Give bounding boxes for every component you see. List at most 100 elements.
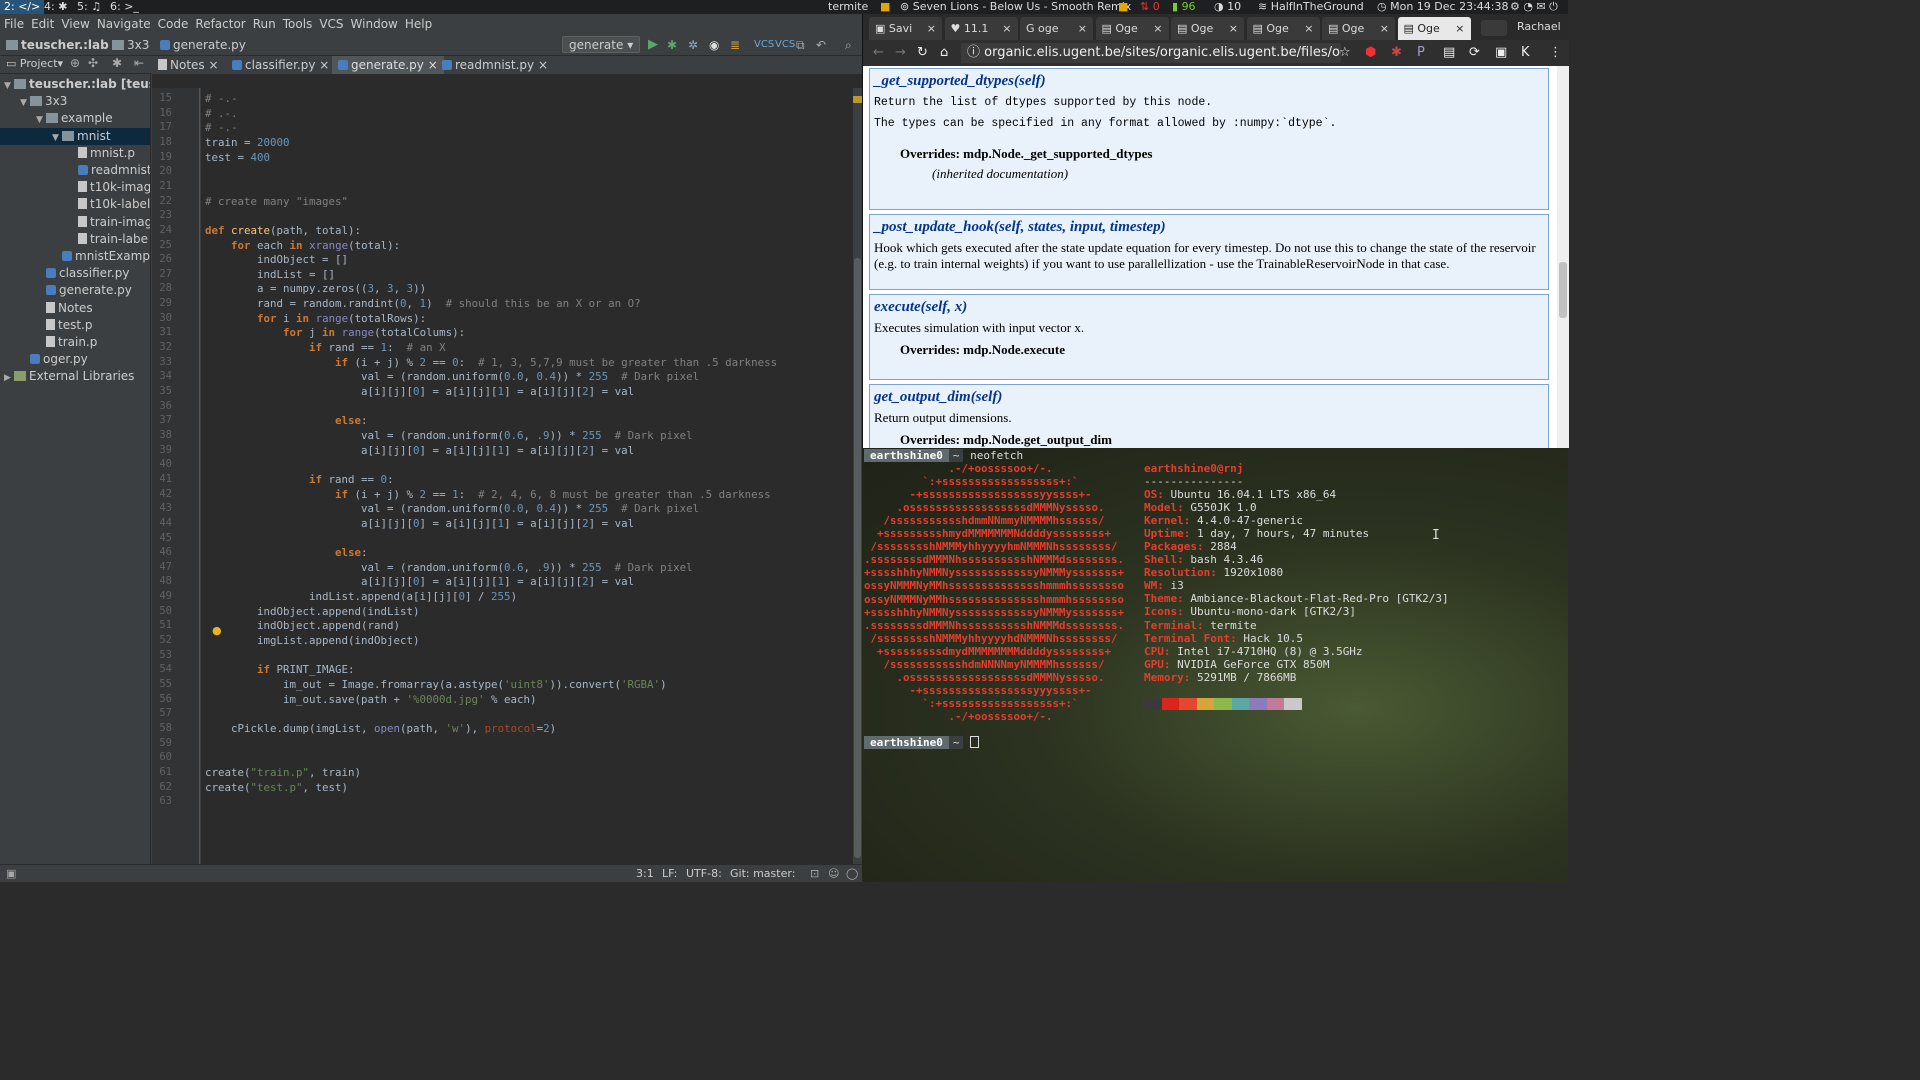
browser-tab[interactable]: ▣ Savi × (869, 17, 942, 40)
caret-position[interactable]: 3:1 (636, 865, 654, 883)
code-line[interactable]: # .-. (205, 107, 238, 120)
code-line[interactable]: val = (random.uniform(0.0, 0.4)) * 255 #… (205, 502, 699, 515)
code-line[interactable]: else: (205, 546, 368, 559)
breadcrumb-file[interactable]: generate.py (160, 34, 246, 56)
event-log-icon[interactable]: ◯ (846, 865, 858, 883)
tab-generate[interactable]: generate.py × (332, 56, 444, 74)
workspace-button[interactable]: 4: ✱ (40, 0, 71, 14)
method-signature[interactable]: execute(self, x) (870, 295, 1548, 318)
code-line[interactable]: rand = random.randint(0, 1) # should thi… (205, 297, 641, 310)
menu-code[interactable]: Code (158, 17, 189, 31)
code-line[interactable]: val = (random.uniform(0.0, 0.4)) * 255 #… (205, 370, 699, 383)
tree-item[interactable]: ▼teuscher.:lab [teusch (0, 76, 150, 93)
tab-notes[interactable]: Notes × (152, 56, 225, 74)
extension-adblock-icon[interactable]: ⬢ (1365, 40, 1376, 66)
code-line[interactable]: else: (205, 414, 368, 427)
menu-tools[interactable]: Tools (283, 17, 313, 31)
browser-tab[interactable]: ▤ Oge × (1397, 17, 1471, 40)
address-bar[interactable]: ⓘ organic.elis.ugent.be/sites/organic.el… (961, 43, 1341, 63)
collapse-icon[interactable]: ✣ (88, 56, 98, 70)
menu-icon[interactable]: ⋮ (1549, 40, 1562, 66)
forward-icon[interactable]: → (895, 40, 906, 66)
code-line[interactable]: test = 400 (205, 151, 270, 164)
git-branch[interactable]: Git: master: (730, 865, 795, 883)
hide-icon[interactable]: ⇤ (134, 56, 144, 70)
code-editor[interactable]: # -.- # .-. # -.- train = 20000 test = 400 # … (201, 88, 853, 864)
close-icon[interactable]: × (1078, 17, 1087, 40)
code-line[interactable]: if (i + j) % 2 == 1: # 2, 4, 6, 8 must b… (205, 488, 771, 501)
tool-windows-icon[interactable]: ▣ (6, 865, 16, 883)
code-line[interactable]: if rand == 1: # an X (205, 341, 446, 354)
menu-file[interactable]: File (4, 17, 24, 31)
close-icon[interactable]: × (1304, 17, 1313, 40)
terminal-window[interactable]: earthshine0 ~ neofetch .-/+oossssoo+/-. `… (862, 448, 1568, 882)
tree-item[interactable]: ▼ 3x3 (0, 93, 150, 110)
code-line[interactable]: a[i][j][0] = a[i][j][1] = a[i][j][2] = v… (205, 444, 634, 457)
new-tab-button[interactable] (1481, 20, 1507, 36)
code-line[interactable]: create("test.p", test) (205, 781, 348, 794)
tree-item[interactable]: test.p (0, 317, 150, 334)
search-icon[interactable]: ⌕ (845, 34, 852, 56)
vcs-commit-icon[interactable]: VCS (775, 34, 795, 56)
tree-item[interactable]: ▼ example (0, 110, 150, 127)
close-icon[interactable]: × (1380, 17, 1389, 40)
code-line[interactable]: if (i + j) % 2 == 0: # 1, 3, 5,7,9 must … (205, 356, 777, 369)
code-line[interactable]: cPickle.dump(imgList, open(path, 'w'), p… (205, 722, 556, 735)
menu-navigate[interactable]: Navigate (97, 17, 151, 31)
code-line[interactable]: # create many "images" (205, 195, 348, 208)
overrides-link[interactable]: Overrides: mdp.Node._get_supported_dtype… (870, 142, 1548, 166)
tree-item[interactable]: ▶ External Libraries (0, 368, 150, 387)
extension-k-icon[interactable]: K (1521, 40, 1530, 66)
overrides-link[interactable]: Overrides: mdp.Node.execute (870, 338, 1548, 362)
code-line[interactable]: if PRINT_IMAGE: (205, 663, 355, 676)
browser-tab[interactable]: ▤ Oge × (1322, 17, 1395, 40)
close-icon[interactable]: × (1229, 17, 1238, 40)
method-signature[interactable]: get_output_dim(self) (870, 385, 1548, 408)
scrollbar-thumb[interactable] (854, 258, 861, 858)
overrides-link[interactable]: Overrides: mdp.Node.get_output_dim (870, 428, 1548, 448)
close-icon[interactable]: × (1002, 17, 1011, 40)
browser-tab[interactable]: ▤ Oge × (1095, 17, 1169, 40)
browser-tab[interactable]: ▤ Oge × (1171, 17, 1244, 40)
menu-window[interactable]: Window (351, 17, 398, 31)
vcs-update-icon[interactable]: VCS (754, 34, 774, 56)
code-line[interactable]: train = 20000 (205, 136, 290, 149)
run-icon[interactable]: ▶ (648, 34, 658, 56)
tree-item[interactable]: train.p (0, 334, 150, 351)
profile-icon[interactable]: ◉ (709, 34, 719, 56)
tree-item[interactable]: t10k-imag (0, 179, 150, 196)
workspace-button[interactable]: 2: </> (0, 0, 45, 14)
tree-item[interactable]: t10k-label (0, 196, 150, 213)
browser-tab[interactable]: ♥ 11.1 × (944, 17, 1018, 40)
tree-item[interactable]: Notes (0, 300, 150, 317)
project-view-select[interactable]: ▭ Project▾ (6, 57, 63, 70)
profile-name[interactable]: Rachael (1517, 14, 1561, 40)
close-icon[interactable]: × (1455, 17, 1464, 40)
tree-item[interactable]: train-imag (0, 214, 150, 231)
close-icon[interactable]: × (209, 58, 219, 72)
code-line[interactable]: # -.- (205, 121, 238, 134)
method-signature[interactable]: _post_update_hook(self, states, input, t… (870, 215, 1548, 238)
code-line[interactable]: val = (random.uniform(0.6, .9)) * 255 # … (205, 429, 693, 442)
code-line[interactable]: # -.- (205, 92, 238, 105)
close-icon[interactable]: × (927, 17, 936, 40)
code-line[interactable]: if rand == 0: (205, 473, 394, 486)
lock-icon[interactable]: ⊡ (810, 865, 819, 883)
close-icon[interactable]: × (319, 58, 329, 72)
menu-run[interactable]: Run (253, 17, 276, 31)
inspector-icon[interactable]: ☺ (828, 865, 839, 883)
extension-bug-icon[interactable]: ✱ (1391, 40, 1402, 66)
extension-page-icon[interactable]: ▤ (1443, 40, 1455, 66)
extension-refresh-icon[interactable]: ⟳ (1469, 40, 1480, 66)
extension-p-icon[interactable]: P (1417, 40, 1425, 66)
browser-tab[interactable]: G oge × (1020, 17, 1093, 40)
lightbulb-icon[interactable]: ● (212, 624, 222, 637)
code-line[interactable]: for i in range(totalRows): (205, 312, 426, 325)
expand-right-icon[interactable]: ▶ (4, 370, 14, 387)
menu-refactor[interactable]: Refactor (195, 17, 245, 31)
reload-icon[interactable]: ↻ (917, 40, 928, 66)
debug-icon[interactable]: ✱ (667, 34, 677, 56)
close-icon[interactable]: × (1153, 17, 1162, 40)
code-line[interactable]: a[i][j][0] = a[i][j][1] = a[i][j][2] = v… (205, 575, 634, 588)
code-line[interactable]: indList.append(a[i][j][0] / 255) (205, 590, 517, 603)
